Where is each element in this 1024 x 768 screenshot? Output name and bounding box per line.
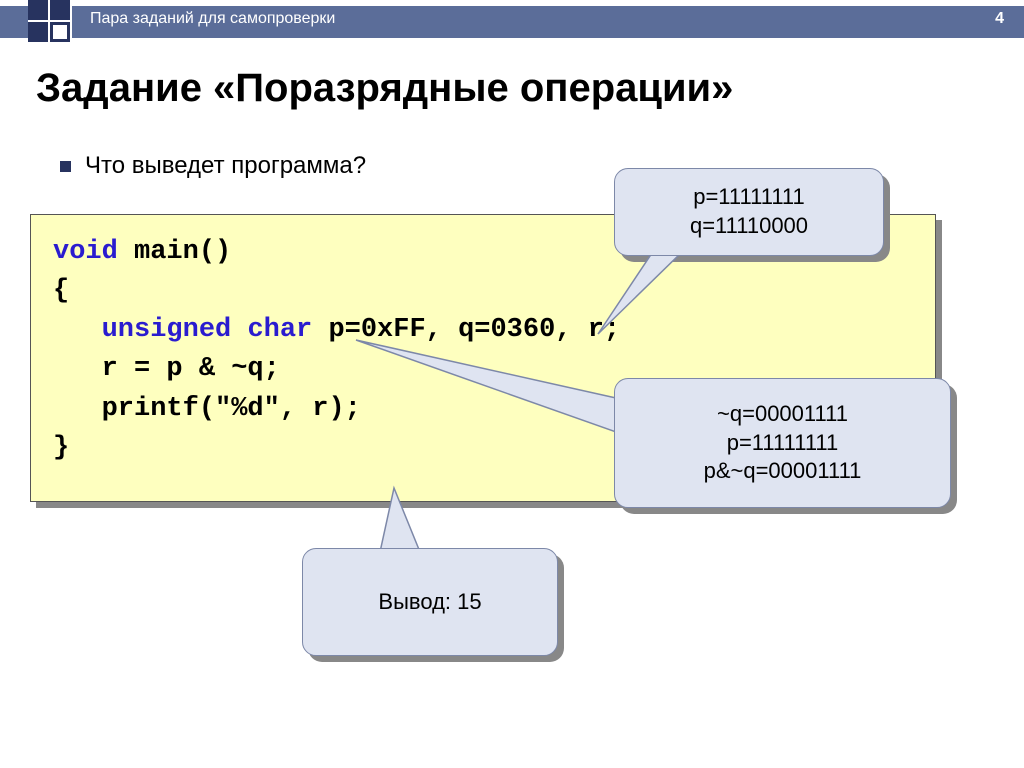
logo-icon <box>28 0 72 44</box>
callout-and-result: ~q=00001111 p=11111111 p&~q=00001111 <box>614 378 951 508</box>
code-text: r = p & ~q; <box>53 354 280 384</box>
callout-output: Вывод: 15 <box>302 548 558 656</box>
callout-line: p&~q=00001111 <box>704 457 862 486</box>
callout-tail-icon <box>372 486 442 556</box>
keyword-unsigned: unsigned <box>102 315 232 345</box>
callout-line: Вывод: 15 <box>378 588 481 617</box>
code-text: { <box>53 276 69 306</box>
callout-line: p=11111111 <box>727 429 839 458</box>
bullet-item: Что выведет программа? <box>60 152 366 180</box>
keyword-void: void <box>53 237 118 267</box>
code-text <box>231 315 247 345</box>
callout-tail-icon <box>354 338 654 438</box>
code-text: } <box>53 433 69 463</box>
callout-p-q-binary: p=11111111 q=11110000 <box>614 168 884 256</box>
code-text: printf("%d", r); <box>53 394 361 424</box>
callout-line: q=11110000 <box>690 212 808 241</box>
callout-tail-icon <box>594 248 694 338</box>
page-title: Задание «Поразрядные операции» <box>36 66 733 111</box>
code-text: main() <box>118 237 231 267</box>
bullet-icon <box>60 161 71 172</box>
page-number: 4 <box>995 10 1004 28</box>
slide: Пара заданий для самопроверки 4 Задание … <box>0 0 1024 768</box>
keyword-char: char <box>247 315 312 345</box>
callout-line: p=11111111 <box>693 183 805 212</box>
breadcrumb: Пара заданий для самопроверки <box>90 10 335 28</box>
callout-line: ~q=00001111 <box>717 400 848 429</box>
bullet-text: Что выведет программа? <box>85 152 366 180</box>
